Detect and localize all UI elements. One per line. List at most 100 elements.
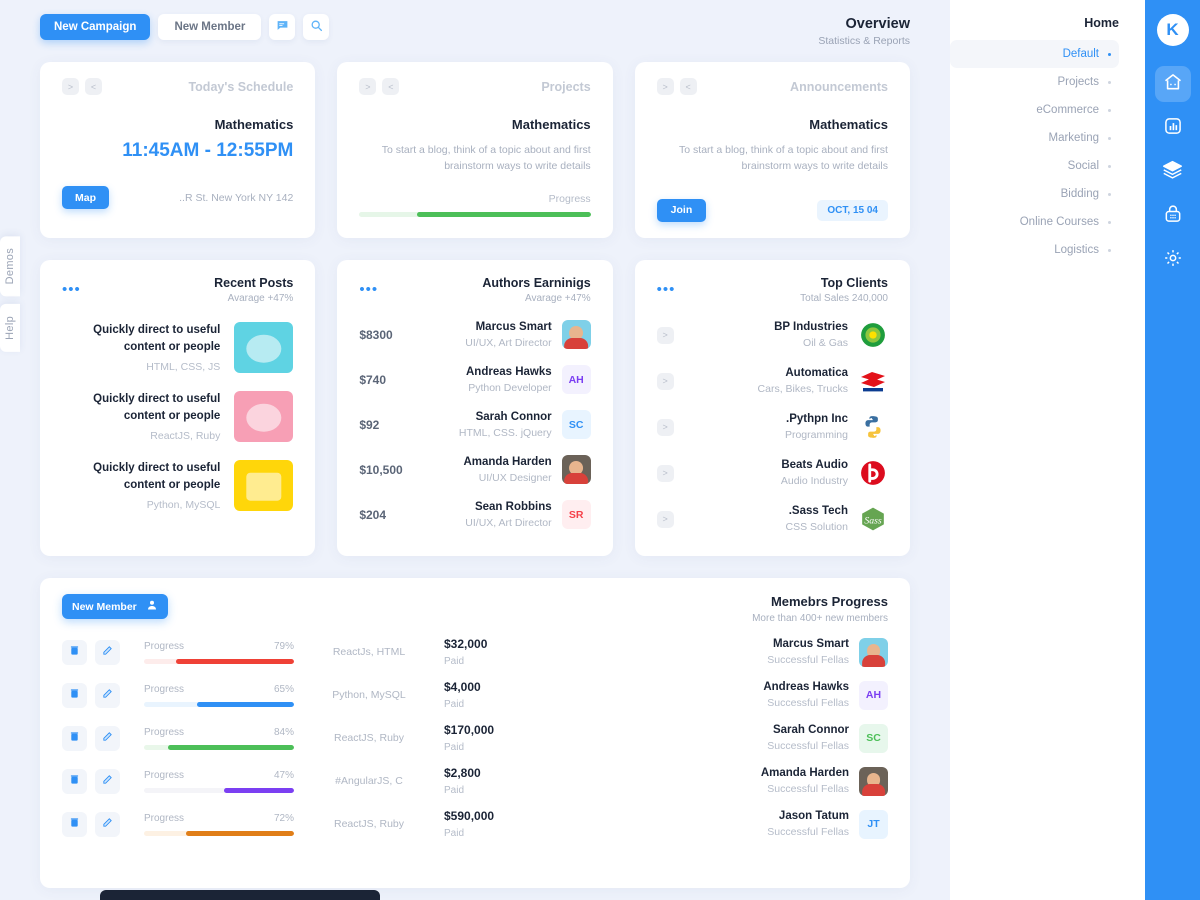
- right-menu-item-ecommerce[interactable]: eCommerce: [950, 96, 1119, 124]
- announcements-subject: Mathematics: [809, 117, 888, 132]
- delete-button[interactable]: [62, 639, 87, 665]
- author-row[interactable]: $92 Sarah Connor HTML, CSS. jQuery SC: [359, 410, 591, 439]
- delete-button[interactable]: [62, 682, 87, 708]
- paid-label: Paid: [444, 656, 465, 667]
- edit-button[interactable]: [95, 725, 120, 751]
- author-row[interactable]: $740 Andreas Hawks Python Developer AH: [359, 365, 591, 394]
- progress-bar: [144, 744, 294, 750]
- member-actions: [62, 639, 134, 665]
- right-menu-item-social[interactable]: Social: [950, 152, 1119, 180]
- progress-bar: [144, 830, 294, 836]
- member-identity: Marcus Smart Successful Fellas: [584, 638, 849, 666]
- member-tech: ReactJs, HTML: [332, 646, 406, 658]
- right-menu-item-online-courses[interactable]: Online Courses: [950, 208, 1119, 236]
- client-arrow-icon[interactable]: >: [656, 510, 674, 528]
- client-row[interactable]: > .Sass Tech CSS Solution Sass: [656, 504, 888, 534]
- chart-icon-button[interactable]: [1155, 110, 1191, 146]
- right-menu-item-default[interactable]: Default: [950, 40, 1119, 68]
- client-arrow-icon[interactable]: >: [656, 418, 674, 436]
- more-dots-icon[interactable]: •••: [657, 282, 676, 297]
- progress-label: Progress: [144, 640, 185, 652]
- member-actions: [62, 768, 134, 794]
- search-icon-button[interactable]: [303, 14, 330, 40]
- client-arrow-icon[interactable]: >: [656, 372, 674, 390]
- settings-icon-button[interactable]: [1155, 242, 1191, 278]
- recent-posts-list: Quickly direct to useful content or peop…: [62, 322, 294, 511]
- edit-button[interactable]: [95, 811, 120, 837]
- bullet-dot-icon: [1108, 192, 1111, 196]
- second-card-row: ••• Recent Posts Avarage +47% Quickly di…: [40, 260, 910, 556]
- client-row[interactable]: > Automatica Cars, Bikes, Trucks: [656, 366, 888, 396]
- chat-icon-button[interactable]: [269, 14, 296, 40]
- avatar: [561, 320, 591, 349]
- client-row[interactable]: > Beats Audio Audio Industry: [656, 458, 888, 488]
- client-row[interactable]: > .Pythpn Inc Programming: [656, 412, 888, 442]
- member-tech: #AngularJS, C: [335, 775, 403, 787]
- progress-percent: 84%: [273, 726, 294, 738]
- bullet-dot-icon: [1108, 164, 1111, 168]
- client-arrow-icon[interactable]: >: [656, 464, 674, 482]
- post-item[interactable]: Quickly direct to useful content or peop…: [62, 322, 294, 373]
- post-item[interactable]: Quickly direct to useful content or peop…: [62, 460, 294, 511]
- author-row[interactable]: $10,500 Amanda Harden UI/UX Designer: [359, 455, 591, 484]
- edit-icon: [102, 686, 113, 704]
- client-row[interactable]: > BP Industries Oil & Gas: [656, 320, 888, 350]
- right-menu-item-projects[interactable]: Projects: [950, 68, 1119, 96]
- todays-schedule-card: > < Today's Schedule Mathematics 11:45AM…: [40, 62, 316, 238]
- layers-icon-button[interactable]: [1155, 154, 1191, 190]
- more-dots-icon[interactable]: •••: [62, 282, 81, 297]
- home-icon-button[interactable]: [1154, 66, 1191, 102]
- member-row[interactable]: Progress 84% ReactJS, Ruby $170,000 Paid Sara…: [62, 723, 888, 753]
- chevron-right-icon[interactable]: >: [62, 78, 79, 95]
- recent-posts-subtitle: Avarage +47%: [227, 293, 294, 304]
- member-row[interactable]: Progress 79% ReactJs, HTML $32,000 Paid Marcu…: [62, 637, 888, 667]
- right-menu-list: Default Projects eCommerce Marketing Social B…: [950, 40, 1119, 264]
- post-item[interactable]: Quickly direct to useful content or peop…: [62, 391, 294, 442]
- right-menu-item-marketing[interactable]: Marketing: [950, 124, 1119, 152]
- delete-button[interactable]: [62, 725, 87, 751]
- edit-icon: [102, 772, 113, 790]
- map-button[interactable]: Map: [62, 186, 109, 209]
- help-tab[interactable]: Help: [0, 304, 20, 353]
- chevron-right-icon[interactable]: >: [359, 78, 377, 95]
- join-button[interactable]: Join: [656, 198, 707, 222]
- client-sector: Programming: [784, 429, 848, 441]
- bullet-dot-icon: [1108, 220, 1111, 224]
- delete-button[interactable]: [62, 811, 87, 837]
- chevron-right-icon[interactable]: >: [656, 78, 674, 95]
- projects-card-title: Projects: [541, 79, 591, 94]
- member-tech: ReactJS, Ruby: [333, 818, 405, 830]
- member-row[interactable]: Progress 47% #AngularJS, C $2,800 Paid Amanda…: [62, 766, 888, 796]
- chevron-left-icon[interactable]: <: [679, 78, 697, 95]
- edit-button[interactable]: [95, 639, 120, 665]
- progress-fill: [186, 830, 294, 836]
- author-name: Andreas Hawks: [466, 365, 552, 378]
- author-row[interactable]: $8300 Marcus Smart UI/UX, Art Director: [359, 320, 591, 349]
- client-arrow-icon[interactable]: >: [656, 326, 674, 344]
- demos-tab[interactable]: Demos: [0, 236, 20, 297]
- more-dots-icon[interactable]: •••: [359, 282, 378, 297]
- new-member-button[interactable]: New Member: [158, 14, 262, 40]
- edit-icon: [102, 729, 113, 747]
- brand-logo[interactable]: K: [1156, 14, 1189, 46]
- member-actions: [62, 725, 134, 751]
- edit-button[interactable]: [95, 682, 120, 708]
- basket-icon-button[interactable]: [1155, 198, 1191, 234]
- right-menu-item-label: Projects: [1057, 76, 1099, 88]
- edit-button[interactable]: [95, 768, 120, 794]
- author-row[interactable]: $204 Sean Robbins UI/UX, Art Director SR: [359, 500, 591, 529]
- panel-new-member-button[interactable]: New Member: [62, 594, 168, 619]
- right-menu-item-bidding[interactable]: Bidding: [950, 180, 1119, 208]
- chevron-left-icon[interactable]: <: [85, 78, 102, 95]
- top-clients-card: ••• Top Clients Total Sales 240,000 > BP …: [634, 260, 910, 556]
- bullet-dot-icon: [1108, 80, 1111, 84]
- right-menu-item-logistics[interactable]: Logistics: [950, 236, 1119, 264]
- authors-earnings-subtitle: Avarage +47%: [524, 293, 591, 304]
- settings-icon: [1163, 248, 1183, 273]
- member-row[interactable]: Progress 65% Python, MySQL $4,000 Paid Andrea…: [62, 680, 888, 710]
- new-campaign-button[interactable]: New Campaign: [40, 14, 151, 40]
- chevron-left-icon[interactable]: <: [382, 78, 400, 95]
- delete-button[interactable]: [62, 768, 87, 794]
- post-meta: ReactJS, Ruby: [150, 429, 221, 442]
- member-row[interactable]: Progress 72% ReactJS, Ruby $590,000 Paid Jaso…: [62, 809, 888, 839]
